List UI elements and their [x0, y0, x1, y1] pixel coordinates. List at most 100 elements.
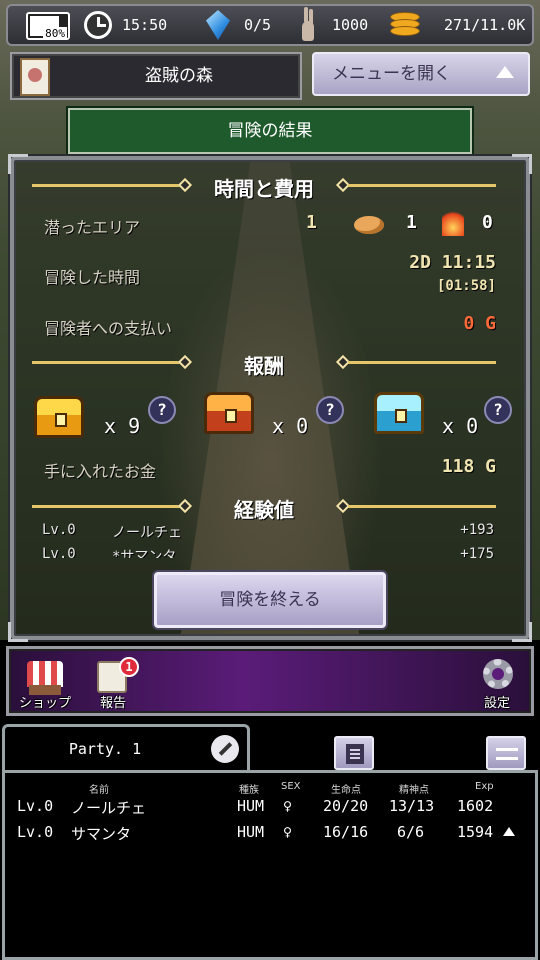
report-button[interactable]: 1 報告: [81, 657, 145, 715]
shop-icon: [27, 661, 63, 695]
member-race: HUM: [237, 797, 265, 815]
time-cost-title: 時間と費用: [214, 177, 314, 201]
member-exp: 1594: [457, 823, 494, 841]
gold-coins-icon: [388, 12, 422, 38]
result-header: 冒険の結果: [68, 108, 472, 154]
experience-heading: 経験値: [32, 492, 496, 522]
gear-icon: [483, 659, 513, 689]
memo-button[interactable]: [334, 736, 374, 770]
sort-up-icon[interactable]: [503, 827, 515, 836]
gold-group: 271/11.0K: [388, 6, 525, 44]
report-label: 報告: [99, 696, 126, 711]
party-name: Party. 1: [68, 740, 142, 758]
red-chest-help-button[interactable]: ?: [316, 396, 344, 424]
member-name: ノールチェ: [71, 799, 147, 817]
party-member-row[interactable]: Lv.0 サマンタ HUM ♀ 16/16 6/6 1594: [5, 823, 535, 847]
experience-row: Lv.0 ノールチェ +193: [42, 522, 502, 544]
battery-icon: 80%: [26, 12, 70, 40]
header-name: 名前: [89, 785, 109, 796]
exp-name: *サマンタ: [112, 549, 177, 558]
header-mp: 精神点: [399, 785, 429, 796]
settings-label: 設定: [483, 696, 510, 711]
member-race: HUM: [237, 823, 265, 841]
cyan-chest-count: x 0: [442, 414, 479, 438]
panel-corner: [8, 154, 28, 174]
cyan-chest-help-button[interactable]: ?: [484, 396, 512, 424]
blue-gem-icon: [206, 10, 230, 40]
game-time: 15:50: [122, 16, 168, 34]
fire-count: 0: [482, 212, 493, 233]
bottom-nav-bar: ショップ 1 報告 設定: [6, 646, 534, 716]
reward-title: 報酬: [244, 354, 284, 378]
clock-group: 15:50: [84, 6, 167, 44]
exp-level: Lv.0: [42, 546, 76, 558]
status-bar: 80% 15:50 0/5 1000 271/11.0K: [6, 4, 534, 46]
cyan-chest-icon: [374, 392, 424, 434]
duration-real: [01:58]: [436, 278, 496, 294]
member-exp: 1602: [457, 797, 494, 815]
triangle-up-icon: [496, 66, 514, 78]
exp-gain: +193: [460, 522, 494, 538]
divider: [348, 184, 496, 187]
swap-button[interactable]: [486, 736, 526, 770]
exp-gain: +175: [460, 546, 494, 558]
open-menu-label: メニューを開く: [332, 64, 451, 84]
reward-heading: 報酬: [32, 348, 496, 378]
gem-count: 0/5: [244, 16, 272, 34]
shop-label: ショップ: [18, 696, 71, 711]
member-sex: ♀: [283, 797, 293, 815]
panel-corner: [512, 622, 532, 642]
header-sex: SEX: [281, 781, 301, 792]
location-box: 盗賊の森: [10, 52, 302, 100]
gold-chest-icon: [34, 396, 84, 438]
memo-icon: [346, 744, 364, 764]
payment-value: 0 G: [463, 313, 496, 334]
member-hp: 16/16: [323, 823, 369, 841]
member-level: Lv.0: [17, 797, 54, 815]
rabbit-icon: [298, 7, 318, 43]
member-level: Lv.0: [17, 823, 54, 841]
money-value: 118 G: [441, 456, 496, 477]
payment-label: 冒険者への支払い: [44, 319, 173, 338]
gold-chest-help-button[interactable]: ?: [148, 396, 176, 424]
member-mp: 13/13: [389, 797, 435, 815]
divider: [348, 505, 496, 508]
experience-row: Lv.0 *サマンタ +175: [42, 546, 502, 558]
rabbit-group: 1000: [298, 6, 368, 44]
member-name: サマンタ: [71, 825, 132, 843]
panel-corner: [512, 154, 532, 174]
shop-button[interactable]: ショップ: [13, 657, 77, 715]
area-value: 1: [306, 212, 317, 233]
party-member-list: 名前 種族 SEX 生命点 精神点 Exp Lv.0 ノールチェ HUM ♀ 2…: [2, 770, 538, 960]
red-chest-icon: [204, 392, 254, 434]
gold-count: 271/11.0K: [444, 16, 526, 34]
clock-icon: [84, 11, 112, 39]
duration-label: 冒険した時間: [44, 268, 141, 287]
swap-arrows-icon: [496, 746, 518, 762]
finish-adventure-button[interactable]: 冒険を終える: [154, 572, 386, 628]
party-member-row[interactable]: Lv.0 ノールチェ HUM ♀ 20/20 13/13 1602: [5, 797, 535, 821]
member-hp: 20/20: [323, 797, 369, 815]
header-hp: 生命点: [331, 785, 361, 796]
settings-button[interactable]: 設定: [465, 657, 529, 715]
open-menu-button[interactable]: メニューを開く: [312, 52, 530, 96]
exp-name: ノールチェ: [112, 525, 182, 541]
battery-percent: 80%: [43, 27, 67, 40]
red-chest-count: x 0: [272, 414, 309, 438]
divider: [348, 361, 496, 364]
money-label: 手に入れたお金: [44, 462, 157, 481]
area-label: 潜ったエリア: [44, 218, 141, 237]
exp-level: Lv.0: [42, 522, 76, 538]
gold-chest-count: x 9: [104, 414, 141, 438]
member-sex: ♀: [283, 823, 293, 841]
edit-party-name-button[interactable]: [211, 735, 239, 763]
notification-badge: 1: [119, 657, 139, 677]
fire-icon: [442, 208, 464, 236]
duration-value: 2D 11:15: [409, 252, 496, 273]
experience-list[interactable]: Lv.0 ノールチェ +193 Lv.0 *サマンタ +175: [30, 520, 510, 558]
header-exp: Exp: [475, 781, 494, 792]
party-tab[interactable]: Party. 1: [2, 724, 250, 772]
map-scroll-icon[interactable]: [20, 58, 50, 96]
rabbit-count: 1000: [332, 16, 369, 34]
time-cost-heading: 時間と費用: [32, 171, 496, 201]
